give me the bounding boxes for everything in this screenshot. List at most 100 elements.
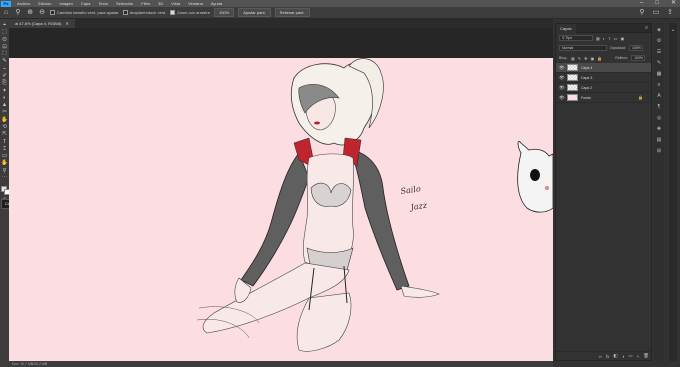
layers-tab[interactable]: Capas (556, 24, 576, 33)
menu-texto[interactable]: Texto (94, 0, 112, 7)
filter-shape-icon[interactable]: ▭ (614, 36, 618, 41)
opacity-input[interactable]: 100% (628, 45, 643, 51)
properties-icon[interactable]: ⚙ (657, 38, 661, 44)
menu-ventana[interactable]: Ventana (184, 0, 207, 7)
shape-tool-icon[interactable]: ▭ (1, 153, 8, 159)
menu-ayuda[interactable]: Ayuda (207, 0, 226, 7)
visibility-eye-icon[interactable]: 👁 (559, 65, 565, 71)
more-tools-icon[interactable]: ⋯ (1, 175, 8, 181)
document-tab[interactable]: al 47,6% (Capa 4, RGB/8) ✕ (9, 19, 75, 28)
color-icon[interactable]: ◎ (657, 115, 661, 121)
lock-position-icon[interactable]: ✥ (584, 56, 587, 61)
layer-row-capa-4[interactable]: 👁 Capa 4 (556, 63, 651, 73)
history-brush-tool-icon[interactable]: ✦ (1, 88, 8, 94)
menu-edicion[interactable]: Edición (34, 0, 55, 7)
zoom-all-windows-checkbox[interactable]: Ampliar/reducir vent. (122, 10, 166, 15)
adjustment-layer-icon[interactable]: ◑ (622, 354, 625, 359)
zoom-tool-icon[interactable]: ⚲ (14, 9, 22, 17)
blend-mode-select[interactable]: Normal (559, 45, 607, 51)
menu-capa[interactable]: Capa (77, 0, 95, 7)
lock-artboard-icon[interactable]: ▣ (590, 56, 594, 61)
healing-tool-icon[interactable]: ⌁ (1, 66, 8, 72)
layer-style-icon[interactable]: fx (606, 354, 610, 359)
zoom-out-icon[interactable]: ⊖ (38, 9, 46, 17)
visibility-eye-icon[interactable]: 👁 (559, 85, 565, 91)
home-icon[interactable]: ⌂ (2, 9, 10, 17)
eyedropper-tool-icon[interactable]: ✎ (1, 58, 8, 64)
hand-tool-icon[interactable]: ✋ (1, 160, 8, 166)
menu-3d[interactable]: 3D (154, 0, 167, 7)
scrubby-zoom-checkbox[interactable]: Zoom con arrastre (170, 10, 210, 15)
transform-icon[interactable]: ✥ (657, 126, 661, 132)
photoshop-logo[interactable]: Ps (1, 0, 11, 7)
lock-transparent-icon[interactable]: ▦ (571, 56, 575, 61)
close-tab-icon[interactable]: ✕ (65, 19, 68, 28)
fill-screen-button[interactable]: Rellenar pant. (274, 8, 310, 17)
layer-row-capa-2[interactable]: 👁 Capa 2 (556, 83, 651, 93)
search-icon[interactable]: ⚲ (638, 9, 646, 17)
quick-select-tool-icon[interactable]: ⊡ (1, 44, 8, 50)
panel-menu-icon[interactable]: ≡ (645, 24, 648, 33)
add-mask-icon[interactable]: ◧ (613, 353, 617, 359)
dock-scrollbar[interactable]: ▴ (669, 23, 677, 361)
direct-select-tool-icon[interactable]: ⌶ (1, 146, 8, 152)
minimize-button[interactable]: – (640, 0, 643, 7)
navigator-icon[interactable]: ◈ (657, 27, 661, 33)
pen-tool-icon[interactable]: ⟲ (1, 124, 8, 130)
clone-stamp-tool-icon[interactable]: ⎘ (1, 80, 8, 86)
paths-icon[interactable]: ⊞ (657, 148, 661, 154)
fill-input[interactable]: 100% (631, 55, 646, 61)
workspace-icon[interactable]: ▭ (652, 9, 660, 17)
lock-pixels-icon[interactable]: ✎ (578, 56, 581, 61)
visibility-eye-icon[interactable]: 👁 (559, 75, 565, 81)
lasso-tool-icon[interactable]: ʘ (1, 37, 8, 43)
share-icon[interactable]: ⇪ (666, 9, 674, 17)
zoom-tool-icon[interactable]: ⚲ (1, 168, 8, 174)
zoom-100-button[interactable]: 100% (213, 8, 235, 17)
maximize-button[interactable]: □ (655, 0, 659, 7)
menu-vista[interactable]: Vista (167, 0, 184, 7)
document-canvas[interactable]: Sailo Jazz (9, 58, 553, 361)
blur-tool-icon[interactable]: ✂ (1, 109, 8, 115)
layer-kind-filter[interactable]: ⚲ Tipo (559, 35, 593, 41)
link-layers-icon[interactable]: ∞ (599, 354, 602, 359)
close-window-button[interactable]: ✕ (671, 0, 676, 7)
type-tool-icon[interactable]: T (1, 139, 8, 145)
zoom-in-icon[interactable]: ⊕ (26, 9, 34, 17)
layer-row-capa-3[interactable]: 👁 Capa 3 (556, 73, 651, 83)
character-icon[interactable]: A (657, 93, 660, 99)
paragraph-icon[interactable]: ¶ (658, 104, 661, 110)
color-swatches[interactable] (0, 186, 10, 196)
new-layer-icon[interactable]: + (637, 354, 640, 359)
filter-smart-icon[interactable]: ▣ (620, 36, 624, 41)
menu-seleccion[interactable]: Selección (112, 0, 137, 7)
filter-adjustment-icon[interactable]: ◐ (603, 36, 605, 41)
crop-tool-icon[interactable]: ⛶ (1, 51, 8, 57)
layer-list: 👁 Capa 4 👁 Capa 3 👁 Capa 2 👁 Fondo 🔒 (556, 63, 651, 103)
dodge-tool-icon[interactable]: ✋ (1, 117, 8, 123)
delete-layer-icon[interactable]: 🗑 (643, 353, 649, 359)
new-group-icon[interactable]: ▭ (628, 353, 632, 359)
scroll-up-icon[interactable]: ▴ (672, 27, 674, 32)
path-select-tool-icon[interactable]: ⇱ (1, 131, 8, 137)
marquee-tool-icon[interactable]: ⬚ (1, 29, 8, 35)
brush-tool-icon[interactable]: ✐ (1, 73, 8, 79)
menu-imagen[interactable]: Imagen (55, 0, 76, 7)
lock-all-icon[interactable]: 🔒 (597, 56, 602, 61)
filter-pixel-icon[interactable]: ▦ (596, 36, 600, 41)
brushes-icon[interactable]: ✎ (657, 60, 661, 66)
eraser-tool-icon[interactable]: ◐ (1, 95, 8, 101)
layer-row-fondo[interactable]: 👁 Fondo 🔒 (556, 93, 651, 103)
move-tool-icon[interactable]: ⌖ (1, 22, 8, 28)
menu-archivo[interactable]: Archivo (13, 0, 34, 7)
fit-screen-button[interactable]: Ajustar pant. (238, 8, 271, 17)
gradient-tool-icon[interactable]: ▲ (1, 102, 8, 108)
adjustments-icon[interactable]: ≡ (658, 82, 661, 88)
menu-filtro[interactable]: Filtro (137, 0, 154, 7)
visibility-eye-icon[interactable]: 👁 (559, 95, 565, 101)
swatches-icon[interactable]: ▦ (657, 71, 662, 77)
history-icon[interactable]: ☰ (657, 49, 661, 55)
resize-windows-checkbox[interactable]: Cambiar tamaño vent. para ajustar (50, 10, 119, 15)
channels-icon[interactable]: ▤ (657, 137, 662, 143)
filter-type-icon[interactable]: T (608, 36, 610, 41)
